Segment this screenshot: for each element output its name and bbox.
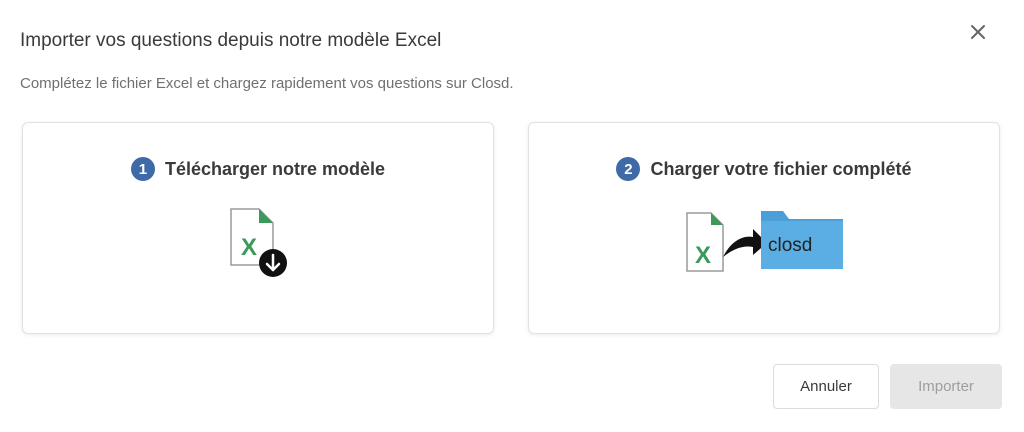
dialog-title: Importer vos questions depuis notre modè… [20, 30, 442, 51]
step-badge: 2 [616, 157, 641, 181]
step-badge: 1 [130, 157, 155, 181]
card-header: 1 Télécharger notre modèle [23, 157, 493, 181]
folder-label: closd [768, 235, 812, 256]
card-title: Charger votre fichier complété [650, 158, 912, 179]
import-button[interactable]: Importer [890, 364, 1002, 409]
card-title: Télécharger notre modèle [164, 158, 386, 179]
excel-to-closd-folder-icon: X closd [685, 207, 847, 282]
excel-file-download-icon: X [229, 207, 291, 284]
svg-text:X: X [241, 234, 257, 261]
cancel-button[interactable]: Annuler [773, 364, 879, 409]
close-icon[interactable] [966, 20, 990, 44]
card-header: 2 Charger votre fichier complété [529, 157, 999, 181]
dialog-subtitle: Complétez le fichier Excel et chargez ra… [20, 75, 514, 92]
upload-file-card[interactable]: 2 Charger votre fichier complété X closd [528, 122, 1000, 334]
import-dialog: Importer vos questions depuis notre modè… [0, 0, 1024, 432]
svg-text:X: X [695, 242, 711, 269]
download-template-card[interactable]: 1 Télécharger notre modèle X [22, 122, 494, 334]
